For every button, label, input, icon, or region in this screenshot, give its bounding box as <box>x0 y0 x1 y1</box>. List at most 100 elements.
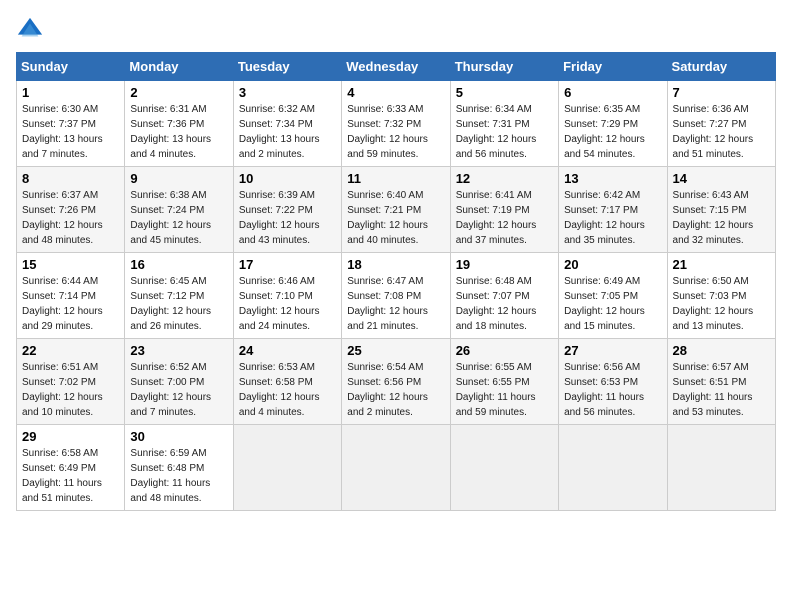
calendar-week-row: 8 Sunrise: 6:37 AMSunset: 7:26 PMDaylight… <box>17 167 776 253</box>
day-number: 11 <box>347 171 444 186</box>
page-header <box>16 16 776 44</box>
day-info: Sunrise: 6:35 AMSunset: 7:29 PMDaylight:… <box>564 102 661 162</box>
calendar-cell <box>233 425 341 511</box>
calendar-cell: 16Sunrise: 6:45 AMSunset: 7:12 PMDayligh… <box>125 253 233 339</box>
calendar-week-row: 22 Sunrise: 6:51 AMSunset: 7:02 PMDayligh… <box>17 339 776 425</box>
calendar-cell <box>559 425 667 511</box>
calendar-cell: 3 Sunrise: 6:32 AMSunset: 7:34 PMDaylight… <box>233 81 341 167</box>
header-tuesday: Tuesday <box>233 53 341 81</box>
calendar-cell: 1Sunrise: 6:30 AMSunset: 7:37 PMDaylight… <box>17 81 125 167</box>
day-number: 25 <box>347 343 444 358</box>
header-wednesday: Wednesday <box>342 53 450 81</box>
calendar-cell: 11 Sunrise: 6:40 AMSunset: 7:21 PMDayligh… <box>342 167 450 253</box>
calendar-table: SundayMondayTuesdayWednesdayThursdayFrid… <box>16 52 776 511</box>
header-saturday: Saturday <box>667 53 775 81</box>
day-info: Sunrise: 6:59 AMSunset: 6:48 PMDaylight:… <box>130 446 227 506</box>
calendar-cell: 26Sunrise: 6:55 AMSunset: 6:55 PMDayligh… <box>450 339 558 425</box>
day-number: 6 <box>564 85 661 100</box>
calendar-cell: 14 Sunrise: 6:43 AMSunset: 7:15 PMDayligh… <box>667 167 775 253</box>
day-number: 3 <box>239 85 336 100</box>
day-number: 29 <box>22 429 119 444</box>
day-number: 28 <box>673 343 770 358</box>
day-number: 19 <box>456 257 553 272</box>
day-info: Sunrise: 6:51 AMSunset: 7:02 PMDaylight:… <box>22 360 119 420</box>
calendar-cell <box>342 425 450 511</box>
day-number: 18 <box>347 257 444 272</box>
calendar-header-row: SundayMondayTuesdayWednesdayThursdayFrid… <box>17 53 776 81</box>
day-info: Sunrise: 6:33 AMSunset: 7:32 PMDaylight:… <box>347 102 444 162</box>
day-number: 2 <box>130 85 227 100</box>
calendar-cell <box>667 425 775 511</box>
calendar-cell: 25 Sunrise: 6:54 AMSunset: 6:56 PMDayligh… <box>342 339 450 425</box>
day-info: Sunrise: 6:53 AMSunset: 6:58 PMDaylight:… <box>239 360 336 420</box>
calendar-cell: 18Sunrise: 6:47 AMSunset: 7:08 PMDayligh… <box>342 253 450 339</box>
header-friday: Friday <box>559 53 667 81</box>
calendar-cell: 17 Sunrise: 6:46 AMSunset: 7:10 PMDayligh… <box>233 253 341 339</box>
day-info: Sunrise: 6:45 AMSunset: 7:12 PMDaylight:… <box>130 274 227 334</box>
day-number: 30 <box>130 429 227 444</box>
calendar-cell <box>450 425 558 511</box>
day-info: Sunrise: 6:32 AMSunset: 7:34 PMDaylight:… <box>239 102 336 162</box>
day-number: 20 <box>564 257 661 272</box>
calendar-cell: 30 Sunrise: 6:59 AMSunset: 6:48 PMDayligh… <box>125 425 233 511</box>
day-number: 15 <box>22 257 119 272</box>
logo-icon <box>16 16 44 44</box>
day-info: Sunrise: 6:41 AMSunset: 7:19 PMDaylight:… <box>456 188 553 248</box>
calendar-cell: 15 Sunrise: 6:44 AMSunset: 7:14 PMDayligh… <box>17 253 125 339</box>
day-number: 5 <box>456 85 553 100</box>
header-monday: Monday <box>125 53 233 81</box>
calendar-cell: 4 Sunrise: 6:33 AMSunset: 7:32 PMDaylight… <box>342 81 450 167</box>
calendar-cell: 6 Sunrise: 6:35 AMSunset: 7:29 PMDaylight… <box>559 81 667 167</box>
day-number: 24 <box>239 343 336 358</box>
day-number: 17 <box>239 257 336 272</box>
day-info: Sunrise: 6:54 AMSunset: 6:56 PMDaylight:… <box>347 360 444 420</box>
day-info: Sunrise: 6:34 AMSunset: 7:31 PMDaylight:… <box>456 102 553 162</box>
calendar-week-row: 29 Sunrise: 6:58 AMSunset: 6:49 PMDayligh… <box>17 425 776 511</box>
day-info: Sunrise: 6:52 AMSunset: 7:00 PMDaylight:… <box>130 360 227 420</box>
day-info: Sunrise: 6:44 AMSunset: 7:14 PMDaylight:… <box>22 274 119 334</box>
calendar-cell: 28 Sunrise: 6:57 AMSunset: 6:51 PMDayligh… <box>667 339 775 425</box>
calendar-cell: 13 Sunrise: 6:42 AMSunset: 7:17 PMDayligh… <box>559 167 667 253</box>
calendar-cell: 29 Sunrise: 6:58 AMSunset: 6:49 PMDayligh… <box>17 425 125 511</box>
day-number: 12 <box>456 171 553 186</box>
header-sunday: Sunday <box>17 53 125 81</box>
calendar-cell: 2 Sunrise: 6:31 AMSunset: 7:36 PMDaylight… <box>125 81 233 167</box>
day-number: 4 <box>347 85 444 100</box>
day-number: 27 <box>564 343 661 358</box>
header-thursday: Thursday <box>450 53 558 81</box>
day-number: 1 <box>22 85 119 100</box>
day-number: 8 <box>22 171 119 186</box>
calendar-cell: 7 Sunrise: 6:36 AMSunset: 7:27 PMDaylight… <box>667 81 775 167</box>
day-info: Sunrise: 6:36 AMSunset: 7:27 PMDaylight:… <box>673 102 770 162</box>
day-info: Sunrise: 6:46 AMSunset: 7:10 PMDaylight:… <box>239 274 336 334</box>
day-info: Sunrise: 6:39 AMSunset: 7:22 PMDaylight:… <box>239 188 336 248</box>
day-info: Sunrise: 6:49 AMSunset: 7:05 PMDaylight:… <box>564 274 661 334</box>
day-number: 13 <box>564 171 661 186</box>
day-info: Sunrise: 6:43 AMSunset: 7:15 PMDaylight:… <box>673 188 770 248</box>
day-info: Sunrise: 6:42 AMSunset: 7:17 PMDaylight:… <box>564 188 661 248</box>
day-info: Sunrise: 6:50 AMSunset: 7:03 PMDaylight:… <box>673 274 770 334</box>
day-info: Sunrise: 6:56 AMSunset: 6:53 PMDaylight:… <box>564 360 661 420</box>
logo <box>16 16 48 44</box>
day-info: Sunrise: 6:31 AMSunset: 7:36 PMDaylight:… <box>130 102 227 162</box>
day-number: 7 <box>673 85 770 100</box>
day-number: 22 <box>22 343 119 358</box>
calendar-cell: 9Sunrise: 6:38 AMSunset: 7:24 PMDaylight… <box>125 167 233 253</box>
day-number: 23 <box>130 343 227 358</box>
day-info: Sunrise: 6:57 AMSunset: 6:51 PMDaylight:… <box>673 360 770 420</box>
day-info: Sunrise: 6:55 AMSunset: 6:55 PMDaylight:… <box>456 360 553 420</box>
calendar-cell: 24 Sunrise: 6:53 AMSunset: 6:58 PMDayligh… <box>233 339 341 425</box>
calendar-cell: 21Sunrise: 6:50 AMSunset: 7:03 PMDayligh… <box>667 253 775 339</box>
day-number: 14 <box>673 171 770 186</box>
calendar-cell: 5 Sunrise: 6:34 AMSunset: 7:31 PMDaylight… <box>450 81 558 167</box>
calendar-cell: 23 Sunrise: 6:52 AMSunset: 7:00 PMDayligh… <box>125 339 233 425</box>
day-info: Sunrise: 6:58 AMSunset: 6:49 PMDaylight:… <box>22 446 119 506</box>
calendar-cell: 22 Sunrise: 6:51 AMSunset: 7:02 PMDayligh… <box>17 339 125 425</box>
calendar-cell: 20 Sunrise: 6:49 AMSunset: 7:05 PMDayligh… <box>559 253 667 339</box>
calendar-week-row: 1Sunrise: 6:30 AMSunset: 7:37 PMDaylight… <box>17 81 776 167</box>
day-info: Sunrise: 6:40 AMSunset: 7:21 PMDaylight:… <box>347 188 444 248</box>
calendar-cell: 19 Sunrise: 6:48 AMSunset: 7:07 PMDayligh… <box>450 253 558 339</box>
day-info: Sunrise: 6:48 AMSunset: 7:07 PMDaylight:… <box>456 274 553 334</box>
day-info: Sunrise: 6:37 AMSunset: 7:26 PMDaylight:… <box>22 188 119 248</box>
day-info: Sunrise: 6:38 AMSunset: 7:24 PMDaylight:… <box>130 188 227 248</box>
